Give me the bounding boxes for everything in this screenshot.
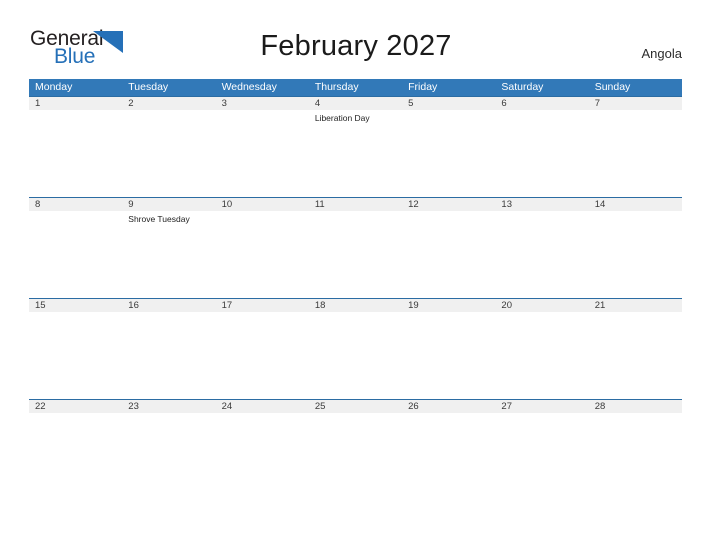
calendar-day-cell[interactable]: 20 <box>495 299 588 399</box>
page-header: General Blue February 2027 Angola <box>0 0 712 67</box>
day-number: 10 <box>221 199 233 210</box>
calendar-day-cell[interactable]: 17 <box>216 299 309 399</box>
day-number: 4 <box>314 98 321 109</box>
weekday-header-row: Monday Tuesday Wednesday Thursday Friday… <box>29 79 682 96</box>
calendar-day-cell[interactable]: 3 <box>216 97 309 197</box>
calendar-day-cell[interactable]: 4 Liberation Day <box>309 97 402 197</box>
day-number: 3 <box>221 98 227 109</box>
calendar-day-cell[interactable]: 28 <box>589 400 682 500</box>
weekday-header-tuesday: Tuesday <box>128 81 169 93</box>
calendar-week-row: 15 16 17 18 19 20 21 <box>29 298 682 399</box>
day-number: 9 <box>128 199 134 210</box>
calendar-week-row: 8 9 Shrove Tuesday 10 11 12 13 14 <box>29 197 682 298</box>
day-event: Liberation Day <box>314 113 370 123</box>
day-number: 17 <box>221 300 233 311</box>
day-number: 1 <box>35 98 41 109</box>
weekday-header-monday: Monday <box>35 81 73 93</box>
day-number: 13 <box>501 199 512 210</box>
calendar-day-cell[interactable]: 5 <box>402 97 495 197</box>
day-number: 16 <box>128 300 139 311</box>
calendar-day-cell[interactable]: 27 <box>495 400 588 500</box>
country-label: Angola <box>641 46 682 61</box>
calendar-day-cell[interactable]: 19 <box>402 299 495 399</box>
calendar-week-row: 1 2 3 4 Liberation Day 5 6 7 <box>29 96 682 197</box>
calendar-day-cell[interactable]: 6 <box>495 97 588 197</box>
calendar-table: Monday Tuesday Wednesday Thursday Friday… <box>29 79 682 500</box>
calendar-day-cell[interactable]: 23 <box>122 400 215 500</box>
day-number: 24 <box>221 401 233 412</box>
day-number: 23 <box>128 401 139 412</box>
day-number: 5 <box>408 98 414 109</box>
calendar-day-cell[interactable]: 24 <box>216 400 309 500</box>
day-event: Shrove Tuesday <box>128 214 190 224</box>
day-number: 8 <box>35 199 41 210</box>
day-number: 28 <box>594 401 606 412</box>
calendar-day-cell[interactable]: 7 <box>589 97 682 197</box>
weekday-header-thursday: Thursday <box>314 81 359 93</box>
day-number: 11 <box>314 199 325 210</box>
day-number: 18 <box>314 300 326 311</box>
calendar-week-row: 22 23 24 25 26 27 28 <box>29 399 682 500</box>
weekday-header-sunday: Sunday <box>594 81 631 93</box>
day-number: 27 <box>501 401 512 412</box>
day-number: 15 <box>35 300 46 311</box>
page-title: February 2027 <box>260 30 452 62</box>
calendar-day-cell[interactable]: 22 <box>29 400 122 500</box>
day-number: 19 <box>408 300 419 311</box>
weekday-header-wednesday: Wednesday <box>221 81 277 93</box>
calendar-day-cell[interactable]: 16 <box>122 299 215 399</box>
calendar-day-cell[interactable]: 11 <box>309 198 402 298</box>
calendar-day-cell[interactable]: 15 <box>29 299 122 399</box>
calendar-day-cell[interactable]: 2 <box>122 97 215 197</box>
day-number: 14 <box>594 199 606 210</box>
day-number: 25 <box>314 401 326 412</box>
calendar-day-cell[interactable]: 21 <box>589 299 682 399</box>
calendar-day-cell[interactable]: 26 <box>402 400 495 500</box>
day-number: 22 <box>35 401 46 412</box>
calendar-day-cell[interactable]: 9 Shrove Tuesday <box>122 198 215 298</box>
calendar-day-cell[interactable]: 14 <box>589 198 682 298</box>
day-number: 12 <box>408 199 419 210</box>
day-number: 2 <box>128 98 134 109</box>
calendar-day-cell[interactable]: 13 <box>495 198 588 298</box>
calendar-day-cell[interactable]: 1 <box>29 97 122 197</box>
calendar-day-cell[interactable]: 18 <box>309 299 402 399</box>
weekday-header-saturday: Saturday <box>501 81 544 93</box>
day-number: 6 <box>501 98 507 109</box>
day-number: 21 <box>594 300 606 311</box>
calendar-day-cell[interactable]: 12 <box>402 198 495 298</box>
weekday-header-friday: Friday <box>408 81 438 93</box>
calendar-day-cell[interactable]: 10 <box>216 198 309 298</box>
day-number: 7 <box>594 98 600 109</box>
day-number: 20 <box>501 300 512 311</box>
calendar-page: General Blue February 2027 Angola Monday… <box>0 0 712 550</box>
calendar-day-cell[interactable]: 8 <box>29 198 122 298</box>
day-number: 26 <box>408 401 419 412</box>
calendar-day-cell[interactable]: 25 <box>309 400 402 500</box>
